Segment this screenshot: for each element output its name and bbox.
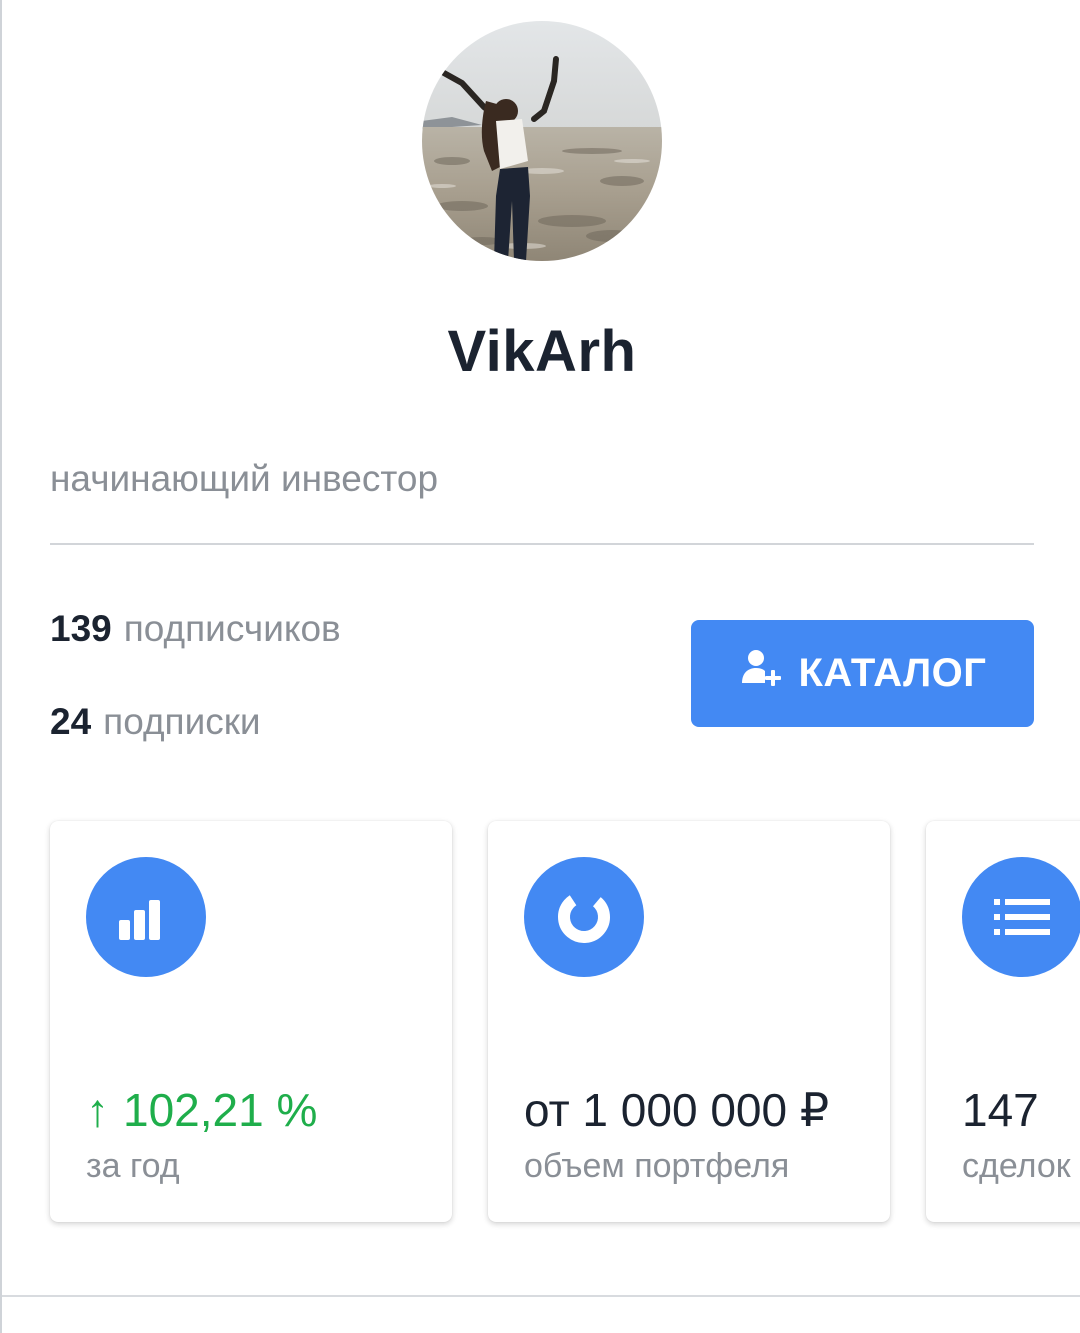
yield-card[interactable]: ↑ 102,21 % за год	[50, 821, 452, 1222]
avatar[interactable]	[422, 21, 662, 261]
catalog-button[interactable]: КАТАЛОГ	[691, 620, 1034, 727]
followers-count: 139	[50, 608, 112, 649]
yield-value: ↑ 102,21 %	[86, 1083, 317, 1137]
donut-chart-icon	[524, 857, 644, 977]
catalog-button-label: КАТАЛОГ	[798, 651, 987, 695]
profile-bio: начинающий инвестор	[50, 458, 439, 499]
profile-page: VikArh начинающий инвестор 139 подписчико…	[0, 0, 1080, 1333]
following-stat[interactable]: 24 подписки	[50, 701, 261, 743]
following-count: 24	[50, 701, 92, 742]
bottom-divider	[2, 1295, 1080, 1297]
portfolio-volume-label: объем портфеля	[524, 1147, 790, 1185]
portfolio-volume-value: от 1 000 000 ₽	[524, 1084, 830, 1136]
bar-chart-icon	[86, 857, 206, 977]
deals-label: сделок	[962, 1147, 1071, 1185]
arrow-up-icon: ↑	[86, 1084, 109, 1136]
yield-label: за год	[86, 1147, 180, 1185]
deals-card[interactable]: 147 сделок	[926, 821, 1080, 1222]
portfolio-volume-card[interactable]: от 1 000 000 ₽ объем портфеля	[488, 821, 890, 1222]
list-icon	[962, 857, 1080, 977]
deals-value: 147	[962, 1084, 1039, 1136]
divider	[50, 543, 1034, 545]
followers-label: подписчиков	[123, 608, 341, 649]
followers-stat[interactable]: 139 подписчиков	[50, 608, 341, 650]
following-label: подписки	[103, 701, 261, 742]
yield-percent: 102,21 %	[123, 1084, 318, 1136]
username: VikArh	[447, 319, 637, 384]
add-user-icon	[739, 647, 783, 701]
avatar-photo	[422, 21, 662, 261]
